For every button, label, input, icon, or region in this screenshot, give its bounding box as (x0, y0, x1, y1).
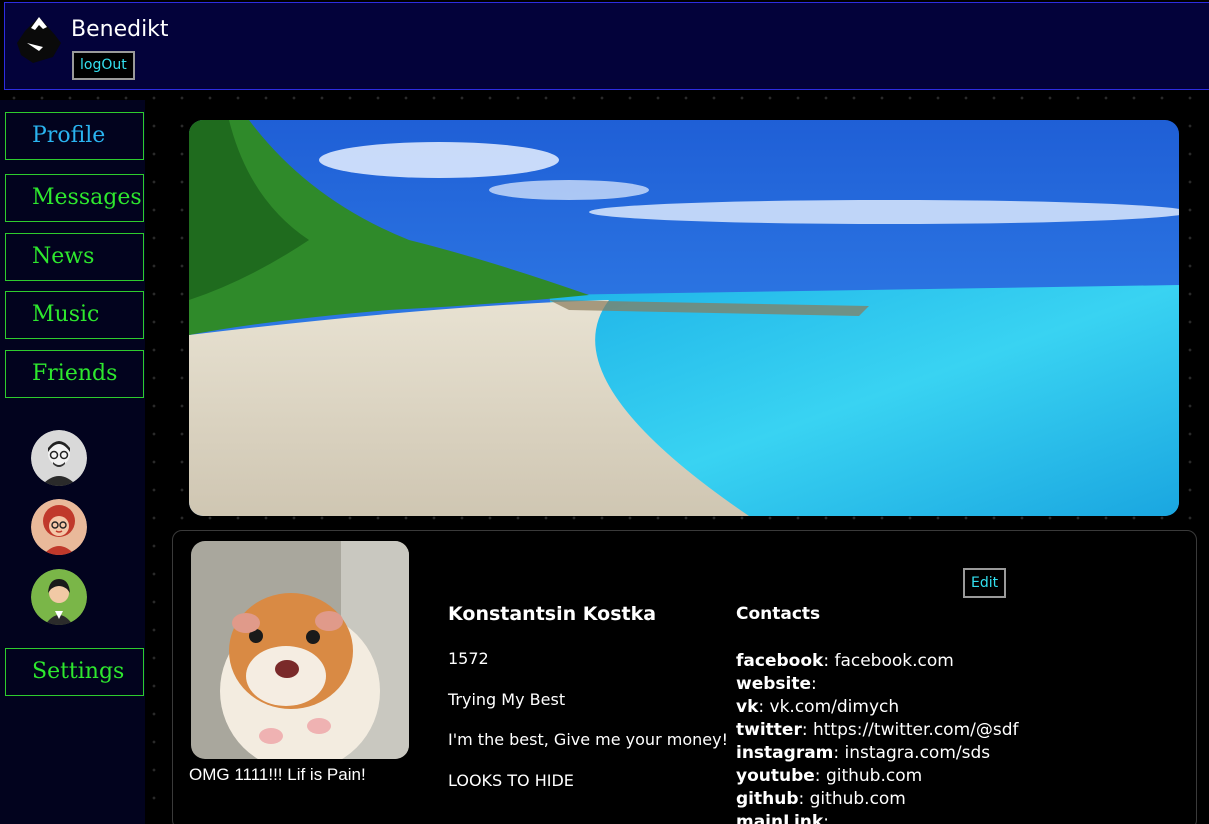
profile-about-me: I'm the best, Give me your money! (448, 730, 728, 749)
sidebar-item-messages[interactable]: Messages (5, 174, 144, 222)
profile-status[interactable]: OMG 1111!!! Lif is Pain! (189, 765, 366, 785)
contact-key: vk (736, 697, 759, 717)
contact-value: instagra.com/sds (844, 743, 991, 763)
contacts-list: facebook: facebook.com website: vk: vk.c… (736, 650, 1176, 824)
sidebar-item-profile[interactable]: Profile (5, 112, 144, 160)
contact-row-mainlink: mainLink: (736, 811, 1176, 824)
contact-row-website: website: (736, 674, 817, 694)
contact-row-twitter: twitter: https://twitter.com/@sdf (736, 720, 1019, 740)
logout-button[interactable]: logOut (72, 51, 135, 80)
contact-key: mainLink (736, 812, 824, 824)
profile-full-name: Konstantsin Kostka (448, 603, 657, 625)
profile-user-id: 1572 (448, 649, 489, 668)
contact-key: github (736, 789, 799, 809)
contact-row-github: github: github.com (736, 789, 906, 809)
contact-key: facebook (736, 651, 824, 671)
contact-key: twitter (736, 720, 802, 740)
contact-row-facebook: facebook: facebook.com (736, 651, 954, 671)
friend-avatar[interactable] (31, 430, 87, 486)
contact-value: https://twitter.com/@sdf (812, 720, 1019, 740)
contacts-title: Contacts (736, 604, 821, 624)
sidebar-item-settings[interactable]: Settings (5, 648, 144, 696)
profile-avatar (191, 541, 409, 759)
sidebar-item-music[interactable]: Music (5, 291, 144, 339)
friend-avatar[interactable] (31, 499, 87, 555)
contact-row-youtube: youtube: github.com (736, 766, 923, 786)
contact-key: youtube (736, 766, 815, 786)
app-logo-icon (17, 17, 61, 63)
profile-banner-image (189, 120, 1179, 516)
contact-value: vk.com/dimych (769, 697, 900, 717)
profile-job-status: LOOKS TO HIDE (448, 771, 574, 790)
app-header: Benedikt logOut (4, 2, 1209, 90)
friend-avatar[interactable] (31, 569, 87, 625)
sidebar-item-friends[interactable]: Friends (5, 350, 144, 398)
edit-profile-button[interactable]: Edit (963, 568, 1007, 598)
contact-row-vk: vk: vk.com/dimych (736, 697, 900, 717)
contact-key: instagram (736, 743, 834, 763)
contact-value: facebook.com (834, 651, 954, 671)
contact-value: github.com (809, 789, 906, 809)
contact-value: github.com (825, 766, 923, 786)
sidebar: Profile Messages News Music Friends Sett… (0, 100, 145, 824)
profile-job-description: Trying My Best (448, 690, 566, 709)
contact-row-instagram: instagram: instagra.com/sds (736, 743, 991, 763)
sidebar-item-news[interactable]: News (5, 233, 144, 281)
header-username: Benedikt (71, 17, 169, 42)
contact-key: website (736, 674, 812, 694)
